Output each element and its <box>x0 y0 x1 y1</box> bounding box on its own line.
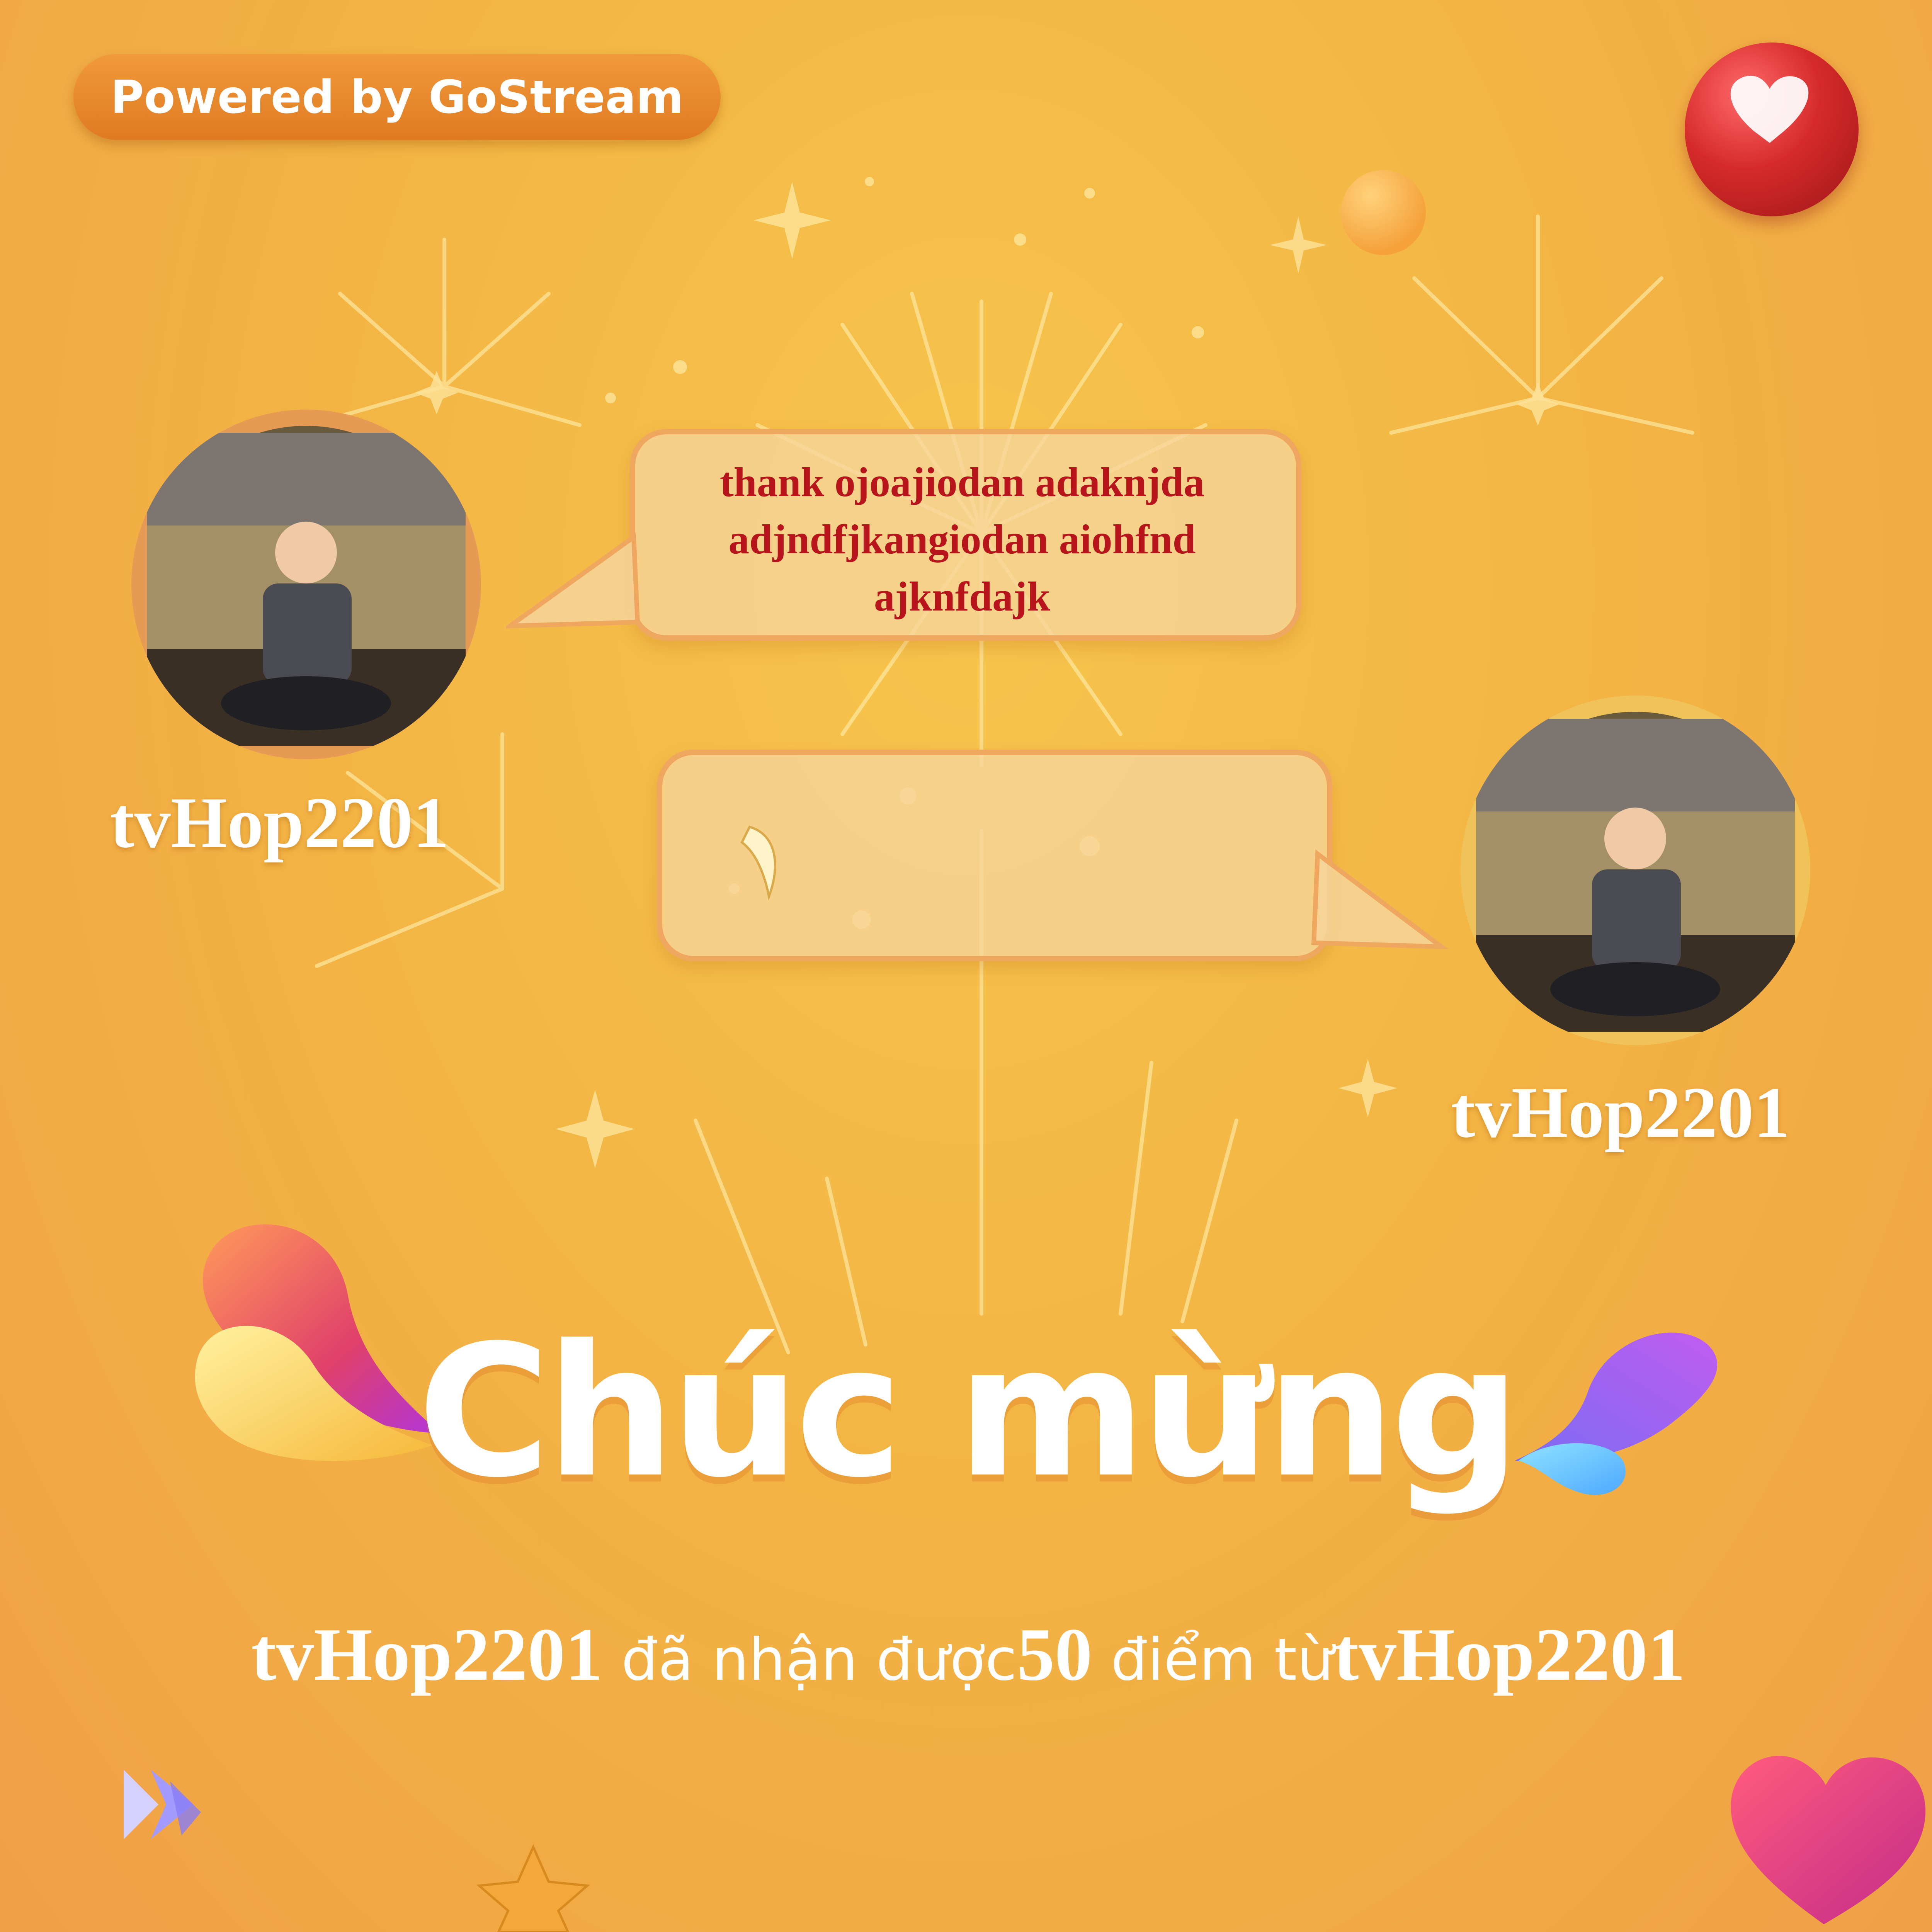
notice-text-after: điểm từ <box>1092 1626 1334 1694</box>
splash-left-icon <box>195 1224 440 1461</box>
confetti-icon <box>740 825 776 901</box>
notice-recipient: tvHop2201 <box>251 1613 603 1696</box>
bubble-tail-right-icon <box>1311 849 1449 949</box>
notice-sender: tvHop2201 <box>1333 1613 1685 1696</box>
sender-name: tvHop2201 <box>110 782 449 863</box>
gostream-logo-icon <box>124 1770 201 1839</box>
powered-by-label: Powered by GoStream <box>111 70 684 124</box>
heart-icon <box>1731 1756 1926 1924</box>
notice-text-before: đã nhận được <box>603 1626 1017 1694</box>
decor-ball-icon <box>1341 170 1426 255</box>
bubble-tail-left-icon <box>506 532 640 629</box>
heart-ball-icon <box>1685 43 1859 216</box>
star-icon <box>476 1844 590 1932</box>
receiver-name: tvHop2201 <box>1451 1072 1790 1153</box>
receiver-avatar <box>1461 696 1810 1045</box>
sender-avatar <box>131 410 481 759</box>
message-text: thank ojoajiodan adaknjda adjndfjkangiod… <box>719 459 1205 620</box>
notice-points: 50 <box>1017 1613 1092 1696</box>
powered-by-badge: Powered by GoStream <box>73 54 721 140</box>
splash-right-icon <box>1515 1332 1718 1495</box>
congrats-title: Chúc mừng <box>417 1306 1521 1517</box>
points-notice: tvHop2201 đã nhận được50 điểm từtvHop220… <box>251 1611 1685 1698</box>
